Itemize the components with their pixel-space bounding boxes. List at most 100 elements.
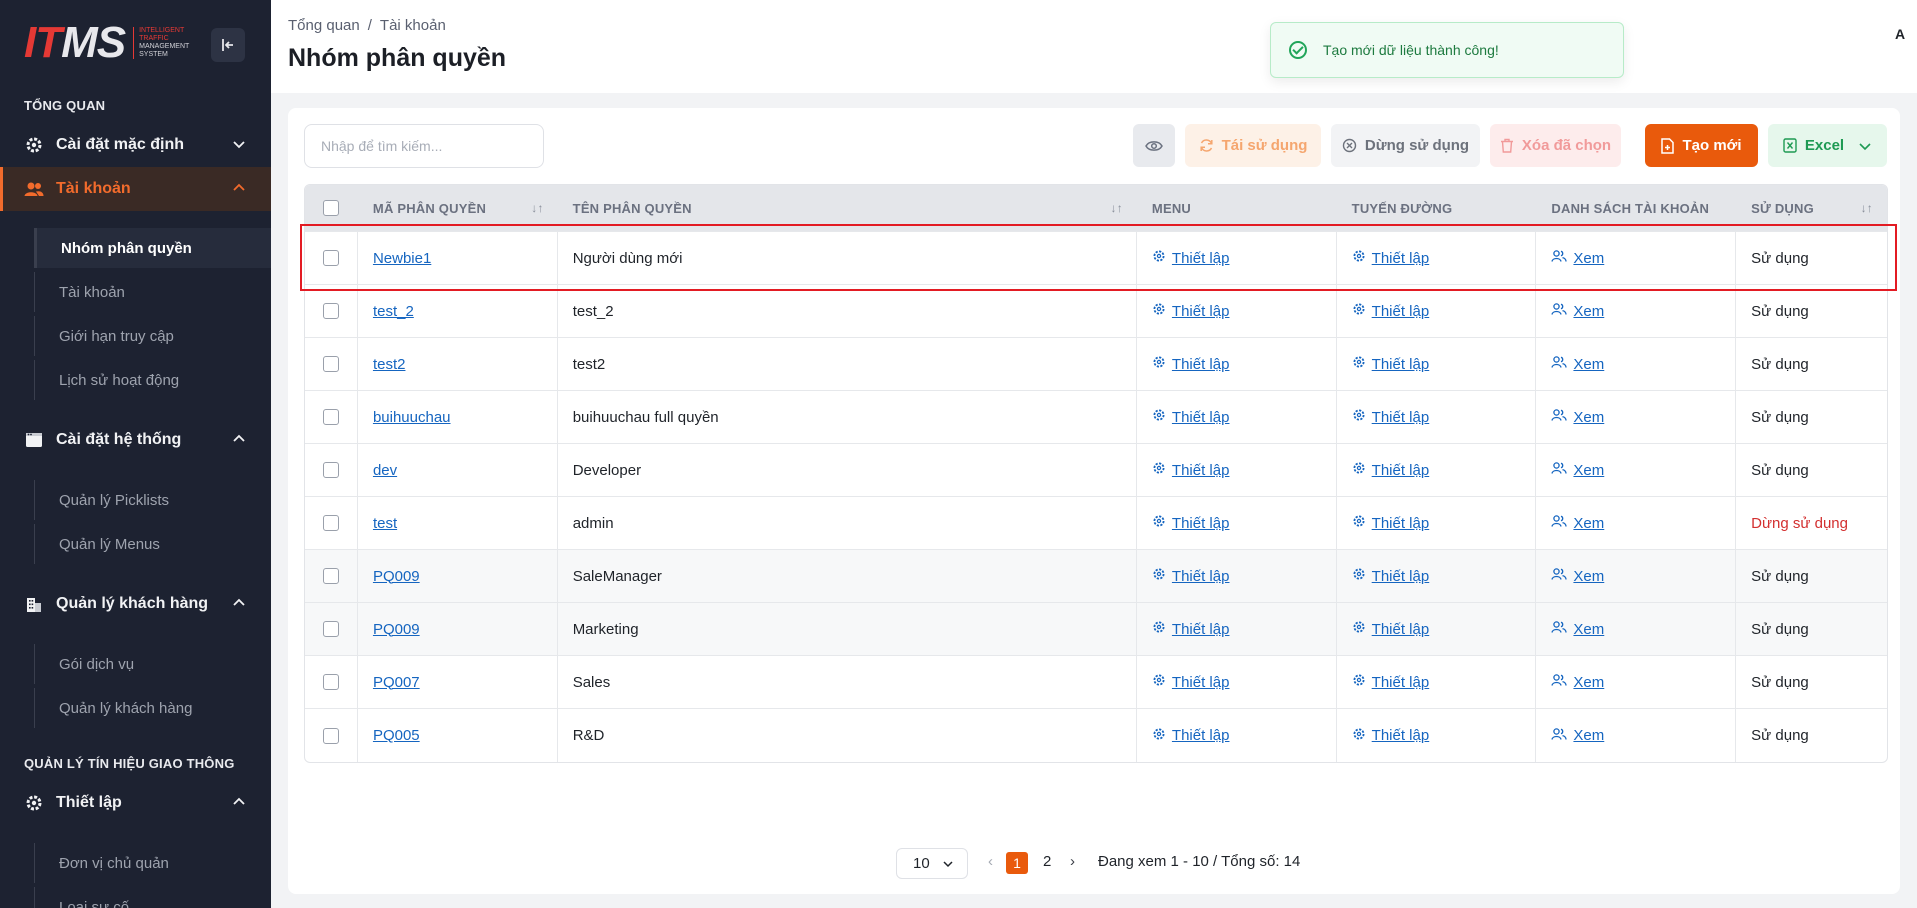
route-setup-link[interactable]: Thiết lập — [1352, 355, 1429, 373]
page-size-select[interactable]: 10 — [896, 848, 968, 879]
create-new-button[interactable]: Tạo mới — [1645, 124, 1758, 167]
view-accounts-link[interactable]: Xem — [1551, 408, 1604, 426]
sidebar-item-incident-types[interactable]: Loại sự cố — [34, 887, 271, 908]
user-avatar-initial[interactable]: A — [1895, 26, 1905, 42]
sort-icon[interactable]: ↓↑ — [1861, 201, 1873, 215]
app-logo[interactable]: ITMS INTELLIGENT TRAFFIC MANAGEMENT SYSTEM — [24, 21, 189, 65]
menu-setup-link[interactable]: Thiết lập — [1152, 727, 1229, 745]
sort-icon[interactable]: ↓↑ — [1111, 201, 1123, 215]
column-header-status[interactable]: SỬ DỤNG ↓↑ — [1736, 185, 1887, 231]
menu-setup-link[interactable]: Thiết lập — [1152, 673, 1229, 691]
view-accounts-link[interactable]: Xem — [1551, 355, 1604, 373]
menu-setup-link[interactable]: Thiết lập — [1152, 461, 1229, 479]
route-setup-link[interactable]: Thiết lập — [1352, 408, 1429, 426]
search-input[interactable] — [304, 124, 544, 168]
view-accounts-link[interactable]: Xem — [1551, 249, 1604, 267]
view-accounts-link[interactable]: Xem — [1551, 673, 1604, 691]
sidebar-item-activity-history[interactable]: Lịch sử hoạt động — [34, 360, 271, 400]
row-checkbox[interactable] — [322, 727, 339, 744]
excel-dropdown-button[interactable]: Excel — [1768, 124, 1887, 167]
sidebar-item-accounts[interactable]: Tài khoản — [34, 272, 271, 312]
permission-code-link[interactable]: PQ005 — [373, 727, 420, 744]
row-checkbox[interactable] — [322, 568, 339, 584]
page-1-button[interactable]: 1 — [1006, 852, 1028, 874]
sort-icon[interactable]: ↓↑ — [531, 201, 543, 215]
permission-code-link[interactable]: Newbie1 — [373, 250, 431, 267]
breadcrumb-account[interactable]: Tài khoản — [380, 17, 446, 34]
column-header-accounts: DANH SÁCH TÀI KHOẢN — [1551, 200, 1710, 216]
row-checkbox[interactable] — [322, 462, 339, 478]
route-setup-link[interactable]: Thiết lập — [1352, 620, 1429, 638]
status-cell: Sử dụng — [1751, 249, 1809, 267]
view-accounts-link[interactable]: Xem — [1551, 461, 1604, 479]
sidebar-group-default-settings[interactable]: Cài đặt mặc định — [0, 123, 271, 167]
status-cell: Sử dụng — [1751, 727, 1809, 744]
sidebar-group-system-settings[interactable]: Cài đặt hệ thống — [0, 418, 271, 462]
view-accounts-link[interactable]: Xem — [1551, 620, 1604, 638]
row-checkbox[interactable] — [322, 303, 339, 319]
row-checkbox[interactable] — [322, 674, 339, 690]
permission-code-link[interactable]: test — [373, 515, 397, 532]
previous-page-button[interactable]: ‹ — [988, 853, 993, 870]
stop-using-button[interactable]: Dừng sử dụng — [1331, 124, 1480, 167]
toggle-columns-button[interactable] — [1133, 124, 1175, 167]
sidebar-item-managing-units[interactable]: Đơn vị chủ quản — [34, 843, 271, 883]
reuse-button[interactable]: Tái sử dụng — [1185, 124, 1321, 167]
sidebar-item-access-limits[interactable]: Giới hạn truy cập — [34, 316, 271, 356]
route-setup-link[interactable]: Thiết lập — [1352, 249, 1429, 267]
permission-code-link[interactable]: PQ009 — [373, 621, 420, 638]
sidebar-item-picklists[interactable]: Quản lý Picklists — [34, 480, 271, 520]
next-page-button[interactable]: › — [1070, 853, 1075, 870]
route-setup-link[interactable]: Thiết lập — [1352, 673, 1429, 691]
menu-setup-link[interactable]: Thiết lập — [1152, 567, 1229, 585]
column-header-name[interactable]: TÊN PHÂN QUYỀN ↓↑ — [558, 185, 1137, 231]
menu-setup-link[interactable]: Thiết lập — [1152, 408, 1229, 426]
sidebar-item-menus[interactable]: Quản lý Menus — [34, 524, 271, 564]
route-setup-link[interactable]: Thiết lập — [1352, 567, 1429, 585]
permission-code-link[interactable]: PQ009 — [373, 568, 420, 585]
row-checkbox[interactable] — [322, 409, 339, 425]
sidebar-group-setup[interactable]: Thiết lập — [0, 781, 271, 825]
sidebar-item-permission-groups[interactable]: Nhóm phân quyền — [34, 228, 271, 268]
row-checkbox[interactable] — [322, 356, 339, 372]
select-all-checkbox[interactable] — [323, 200, 340, 216]
permission-code-link[interactable]: PQ007 — [373, 674, 420, 691]
sidebar-group-account[interactable]: Tài khoản — [0, 167, 271, 211]
view-accounts-link[interactable]: Xem — [1551, 302, 1604, 320]
collapse-sidebar-button[interactable] — [211, 28, 245, 62]
menu-cell: Thiết lập — [1137, 232, 1337, 284]
users-icon — [1551, 620, 1568, 638]
row-checkbox[interactable] — [322, 515, 339, 531]
permission-code-link[interactable]: test_2 — [373, 303, 414, 320]
breadcrumb-separator: / — [367, 17, 372, 34]
table-row: PQ007 Sales Thiết lập Thiết lập Xem Sử dụng — [305, 656, 1887, 709]
row-select-cell — [305, 497, 358, 549]
permission-code-link[interactable]: test2 — [373, 356, 406, 373]
sidebar-item-service-packages[interactable]: Gói dịch vụ — [34, 644, 271, 684]
row-checkbox[interactable] — [322, 621, 339, 637]
route-setup-link[interactable]: Thiết lập — [1352, 727, 1429, 745]
chevron-down-icon — [943, 860, 953, 867]
route-setup-link[interactable]: Thiết lập — [1352, 461, 1429, 479]
view-accounts-link[interactable]: Xem — [1551, 567, 1604, 585]
menu-setup-link[interactable]: Thiết lập — [1152, 620, 1229, 638]
permission-code-link[interactable]: buihuuchau — [373, 409, 451, 426]
name-cell: Người dùng mới — [558, 232, 1137, 284]
menu-setup-link[interactable]: Thiết lập — [1152, 249, 1229, 267]
menu-setup-link[interactable]: Thiết lập — [1152, 514, 1229, 532]
permission-code-link[interactable]: dev — [373, 462, 397, 479]
sidebar-item-customer-management[interactable]: Quản lý khách hàng — [34, 688, 271, 728]
route-setup-link[interactable]: Thiết lập — [1352, 514, 1429, 532]
menu-setup-link[interactable]: Thiết lập — [1152, 302, 1229, 320]
delete-selected-button[interactable]: Xóa đã chọn — [1490, 124, 1621, 167]
view-accounts-link[interactable]: Xem — [1551, 514, 1604, 532]
column-header-code[interactable]: MÃ PHÂN QUYỀN ↓↑ — [358, 185, 558, 231]
menu-setup-link[interactable]: Thiết lập — [1152, 355, 1229, 373]
view-accounts-link[interactable]: Xem — [1551, 727, 1604, 745]
route-setup-link[interactable]: Thiết lập — [1352, 302, 1429, 320]
sidebar-group-customers[interactable]: Quản lý khách hàng — [0, 582, 271, 626]
name-cell: admin — [558, 497, 1137, 549]
page-2-button[interactable]: 2 — [1043, 853, 1051, 870]
row-checkbox[interactable] — [322, 250, 339, 266]
breadcrumb-overview[interactable]: Tổng quan — [288, 17, 360, 34]
